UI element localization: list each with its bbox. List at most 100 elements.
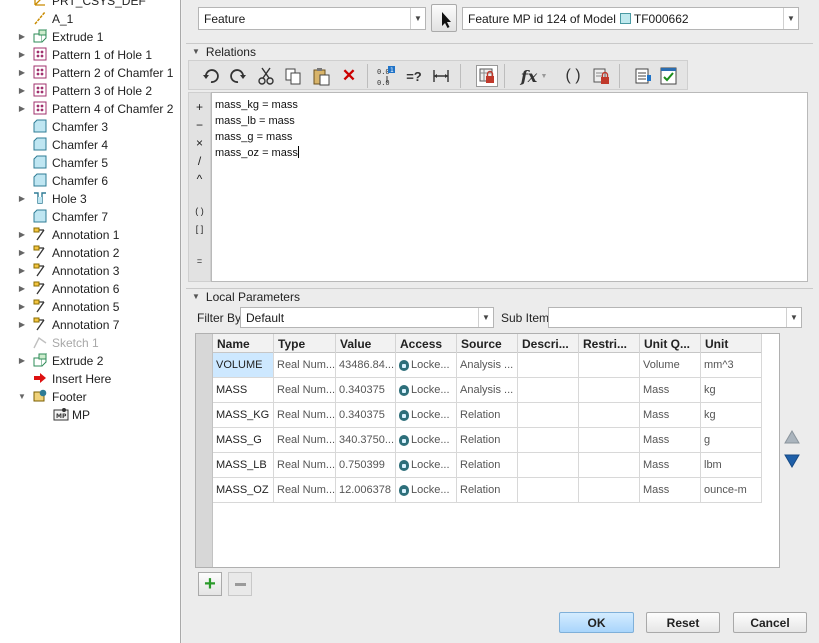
- column-header[interactable]: Type: [274, 334, 336, 353]
- divide-operator-button[interactable]: /: [189, 153, 210, 169]
- multiply-operator-button[interactable]: ×: [189, 135, 210, 151]
- equals-operator-button[interactable]: =: [189, 253, 210, 269]
- column-header[interactable]: Value: [336, 334, 396, 353]
- properties-button[interactable]: [590, 65, 612, 87]
- collapse-arrow-icon[interactable]: ▼: [18, 392, 26, 402]
- table-row[interactable]: MASS_LB Real Num... 0.750399 Locke... Relati…: [213, 453, 762, 478]
- cell-name[interactable]: MASS_KG: [213, 403, 274, 428]
- table-row[interactable]: MASS Real Num... 0.340375 Locke... Analysis …: [213, 378, 762, 403]
- tree-item[interactable]: Chamfer 5: [0, 154, 180, 172]
- column-header[interactable]: Unit: [701, 334, 762, 353]
- tree-item[interactable]: ▶ Extrude 1: [0, 28, 180, 46]
- select-feature-button[interactable]: [431, 4, 457, 32]
- lookin-combo[interactable]: Feature ▼: [198, 7, 426, 30]
- table-row[interactable]: VOLUME Real Num... 43486.84... Locke... Anal…: [213, 353, 762, 378]
- column-header[interactable]: Access: [396, 334, 457, 353]
- add-parameter-button[interactable]: +: [198, 572, 222, 596]
- cell-name[interactable]: MASS_G: [213, 428, 274, 453]
- cell-text: Analysis ...: [460, 359, 514, 371]
- column-header[interactable]: Unit Q...: [640, 334, 701, 353]
- table-row[interactable]: MASS_G Real Num... 340.3750... Locke... Rela…: [213, 428, 762, 453]
- evaluate-button[interactable]: 0.0 1 0.0: [376, 65, 398, 87]
- tree-item[interactable]: Chamfer 7: [0, 208, 180, 226]
- tree-item[interactable]: ▶ Pattern 2 of Chamfer 1: [0, 64, 180, 82]
- redo-button[interactable]: [227, 65, 249, 87]
- tree-item[interactable]: Chamfer 6: [0, 172, 180, 190]
- copy-button[interactable]: [282, 65, 304, 87]
- cancel-button[interactable]: Cancel: [733, 612, 807, 633]
- tree-item[interactable]: MP MP: [0, 406, 180, 424]
- feature-combo[interactable]: Feature MP id 124 of Model TF000662 ▼: [462, 7, 799, 30]
- move-down-icon[interactable]: [784, 454, 800, 468]
- tree-item[interactable]: ▶ Pattern 3 of Hole 2: [0, 82, 180, 100]
- tree-item[interactable]: ▶ Extrude 2: [0, 352, 180, 370]
- column-header[interactable]: Name: [213, 334, 274, 353]
- brackets-button[interactable]: ( ): [562, 65, 584, 87]
- sort-button[interactable]: [632, 65, 654, 87]
- cut-button[interactable]: [255, 65, 277, 87]
- expand-arrow-icon[interactable]: ▶: [18, 320, 26, 330]
- paste-button[interactable]: [310, 65, 332, 87]
- column-header[interactable]: Restri...: [579, 334, 640, 353]
- tree-item[interactable]: Chamfer 4: [0, 136, 180, 154]
- expand-arrow-icon[interactable]: ▶: [18, 302, 26, 312]
- reset-button[interactable]: Reset: [646, 612, 720, 633]
- undo-button[interactable]: [200, 65, 222, 87]
- tree-item[interactable]: Sketch 1: [0, 334, 180, 352]
- sub-items-combo[interactable]: ▼: [548, 307, 802, 328]
- expand-arrow-icon[interactable]: ▶: [18, 284, 26, 294]
- tree-item[interactable]: ▶ Annotation 2: [0, 244, 180, 262]
- tree-item[interactable]: Insert Here: [0, 370, 180, 388]
- minus-operator-button[interactable]: −: [189, 117, 210, 133]
- ok-button[interactable]: OK: [559, 612, 634, 633]
- cell-name[interactable]: MASS: [213, 378, 274, 403]
- functions-dropdown[interactable]: ▼: [538, 65, 550, 87]
- cell-name[interactable]: MASS_OZ: [213, 478, 274, 503]
- parentheses-operator-button[interactable]: ( ): [189, 203, 210, 219]
- remove-parameter-button[interactable]: [228, 572, 252, 596]
- brackets-operator-button[interactable]: [ ]: [189, 221, 210, 237]
- tree-item[interactable]: ▶ Hole 3: [0, 190, 180, 208]
- power-operator-button[interactable]: ^: [189, 171, 210, 187]
- column-header[interactable]: Descri...: [518, 334, 579, 353]
- tree-item[interactable]: ▶ Annotation 1: [0, 226, 180, 244]
- tree-item[interactable]: ▶ Pattern 4 of Chamfer 2: [0, 100, 180, 118]
- relations-section-header[interactable]: ▼ Relations: [186, 43, 813, 59]
- plus-operator-button[interactable]: +: [189, 99, 210, 115]
- expand-arrow-icon[interactable]: ▶: [18, 68, 26, 78]
- expand-arrow-icon[interactable]: ▶: [18, 230, 26, 240]
- expand-arrow-icon[interactable]: ▶: [18, 356, 26, 366]
- expand-arrow-icon[interactable]: ▶: [18, 266, 26, 276]
- expand-arrow-icon[interactable]: ▶: [18, 194, 26, 204]
- tree-item[interactable]: A_1: [0, 10, 180, 28]
- filter-by-combo[interactable]: Default ▼: [240, 307, 494, 328]
- tree-item[interactable]: ▶ Annotation 7: [0, 316, 180, 334]
- lock-params-button[interactable]: [476, 65, 498, 87]
- delete-button[interactable]: ✕: [338, 65, 360, 87]
- tree-item[interactable]: PRT_CSYS_DEF: [0, 0, 180, 10]
- expand-arrow-icon[interactable]: ▶: [18, 104, 26, 114]
- verify-relations-button[interactable]: [658, 65, 680, 87]
- column-header[interactable]: Source: [457, 334, 518, 353]
- functions-button[interactable]: fx: [518, 65, 540, 87]
- cell-name[interactable]: VOLUME: [213, 353, 274, 378]
- expand-arrow-icon[interactable]: ▶: [18, 32, 26, 42]
- local-params-section-header[interactable]: ▼ Local Parameters: [186, 288, 813, 304]
- tree-item[interactable]: ▶ Annotation 5: [0, 298, 180, 316]
- expand-arrow-icon[interactable]: ▶: [18, 248, 26, 258]
- relations-editor[interactable]: mass_kg = mass mass_lb = mass mass_g = mas…: [211, 92, 808, 282]
- pattern-icon: [33, 65, 47, 79]
- expand-arrow-icon[interactable]: ▶: [18, 86, 26, 96]
- verify-button[interactable]: =?: [403, 65, 425, 87]
- table-row[interactable]: MASS_KG Real Num... 0.340375 Locke... Relati…: [213, 403, 762, 428]
- tree-item[interactable]: ▶ Pattern 1 of Hole 1: [0, 46, 180, 64]
- cell-name[interactable]: MASS_LB: [213, 453, 274, 478]
- tree-item[interactable]: ▶ Annotation 3: [0, 262, 180, 280]
- expand-arrow-icon[interactable]: ▶: [18, 50, 26, 60]
- tree-item[interactable]: ▼ Footer: [0, 388, 180, 406]
- move-up-icon[interactable]: [784, 430, 800, 444]
- tree-item[interactable]: ▶ Annotation 6: [0, 280, 180, 298]
- table-row[interactable]: MASS_OZ Real Num... 12.006378 Locke... Relat…: [213, 478, 762, 503]
- tree-item[interactable]: Chamfer 3: [0, 118, 180, 136]
- dimension-button[interactable]: [430, 65, 452, 87]
